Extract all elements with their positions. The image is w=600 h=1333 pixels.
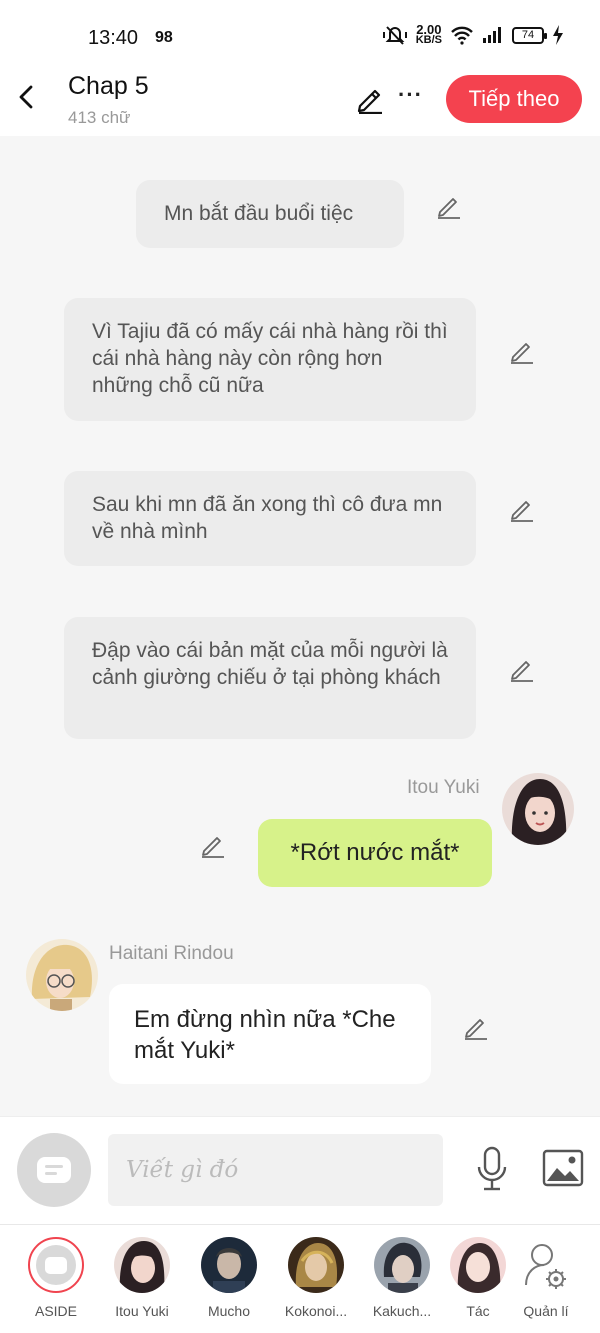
narration-bubble[interactable]: Sau khi mn đã ăn xong thì cô đưa mn về n…: [64, 471, 476, 566]
chapter-title: Chap 5: [68, 72, 149, 100]
narration-text: Mn bắt đầu buổi tiệc: [164, 202, 354, 225]
narration-text: Sau khi mn đã ăn xong thì cô đưa mn về n…: [92, 493, 443, 543]
avatar[interactable]: [26, 939, 98, 1011]
aside-icon: [28, 1237, 84, 1293]
message-input[interactable]: [108, 1134, 443, 1206]
avatar[interactable]: [502, 773, 574, 845]
manage-user-icon: [518, 1237, 574, 1293]
edit-chapter-icon[interactable]: [355, 84, 385, 114]
chapter-header: Chap 5 413 chữ ··· Tiếp theo: [0, 70, 600, 136]
character-mucho[interactable]: Mucho: [189, 1237, 269, 1319]
message-text: Em đừng nhìn nữa *Che mắt Yuki*: [134, 1006, 396, 1064]
signal-icon: [483, 27, 501, 43]
chat-area: Mn bắt đầu buổi tiệc Vì Tajiu đã có mấy …: [0, 136, 600, 1116]
avatar: [114, 1237, 170, 1293]
character-kokonoi[interactable]: Kokonoi...: [276, 1237, 356, 1319]
more-options-icon[interactable]: ···: [398, 82, 423, 108]
aside-toggle-button[interactable]: [17, 1133, 91, 1207]
avatar: [288, 1237, 344, 1293]
microphone-icon[interactable]: [474, 1145, 510, 1193]
narration-bubble[interactable]: Vì Tajiu đã có mấy cái nhà hàng rồi thì …: [64, 298, 476, 421]
aside-message-icon: [37, 1157, 71, 1183]
wifi-icon: [451, 26, 473, 45]
narration-text: Vì Tajiu đã có mấy cái nhà hàng rồi thì …: [92, 320, 448, 397]
message-bubble[interactable]: Em đừng nhìn nữa *Che mắt Yuki*: [109, 984, 431, 1084]
character-aside[interactable]: ASIDE: [16, 1237, 96, 1319]
narration-bubble[interactable]: Mn bắt đầu buổi tiệc: [136, 180, 404, 248]
message-bubble[interactable]: *Rớt nước mắt*: [258, 819, 492, 887]
character-bar: ASIDE Itou Yuki Mucho Kokonoi... Kakuch.…: [0, 1224, 600, 1333]
character-label: Quản lí: [523, 1303, 569, 1319]
edit-message-icon[interactable]: [508, 337, 536, 365]
word-count: 413 chữ: [68, 108, 131, 127]
narration-bubble[interactable]: Đập vào cái bản mặt của mỗi người là cản…: [64, 617, 476, 739]
message-text: *Rớt nước mắt*: [290, 839, 460, 866]
edit-message-icon[interactable]: [508, 655, 536, 683]
character-label: Itou Yuki: [115, 1303, 169, 1319]
edit-message-icon[interactable]: [435, 192, 463, 220]
network-speed: 2.00 KB/S: [415, 22, 442, 46]
message-composer: [0, 1116, 600, 1224]
status-icons: 2.00 KB/S 74: [382, 22, 564, 46]
next-chapter-button[interactable]: Tiếp theo: [446, 75, 582, 123]
sender-name: Haitani Rindou: [109, 943, 234, 964]
edit-message-icon[interactable]: [462, 1013, 490, 1041]
character-itou-yuki[interactable]: Itou Yuki: [102, 1237, 182, 1319]
status-time: 13:40: [88, 27, 139, 49]
character-label: Mucho: [207, 1303, 251, 1319]
character-label: ASIDE: [34, 1303, 77, 1319]
avatar: [201, 1237, 257, 1293]
image-icon[interactable]: [542, 1149, 584, 1187]
edit-message-icon[interactable]: [199, 831, 227, 859]
charging-icon: [553, 25, 563, 45]
character-label: Kokonoi...: [284, 1303, 348, 1319]
status-notification-count: 98: [155, 29, 173, 46]
battery-icon: 74: [512, 26, 547, 44]
avatar: [450, 1237, 506, 1293]
character-kakucho[interactable]: Kakuch...: [362, 1237, 442, 1319]
status-bar: 13:40 98 2.00 KB/S 74: [0, 0, 600, 70]
narration-text: Đập vào cái bản mặt của mỗi người là cản…: [92, 639, 448, 689]
avatar: [374, 1237, 430, 1293]
character-label: Kakuch...: [372, 1303, 432, 1319]
back-arrow-icon[interactable]: [14, 84, 40, 110]
edit-message-icon[interactable]: [508, 495, 536, 523]
character-manage[interactable]: Quản lí: [506, 1237, 586, 1319]
mute-vibrate-icon: [382, 26, 407, 45]
sender-name: Itou Yuki: [407, 777, 480, 798]
